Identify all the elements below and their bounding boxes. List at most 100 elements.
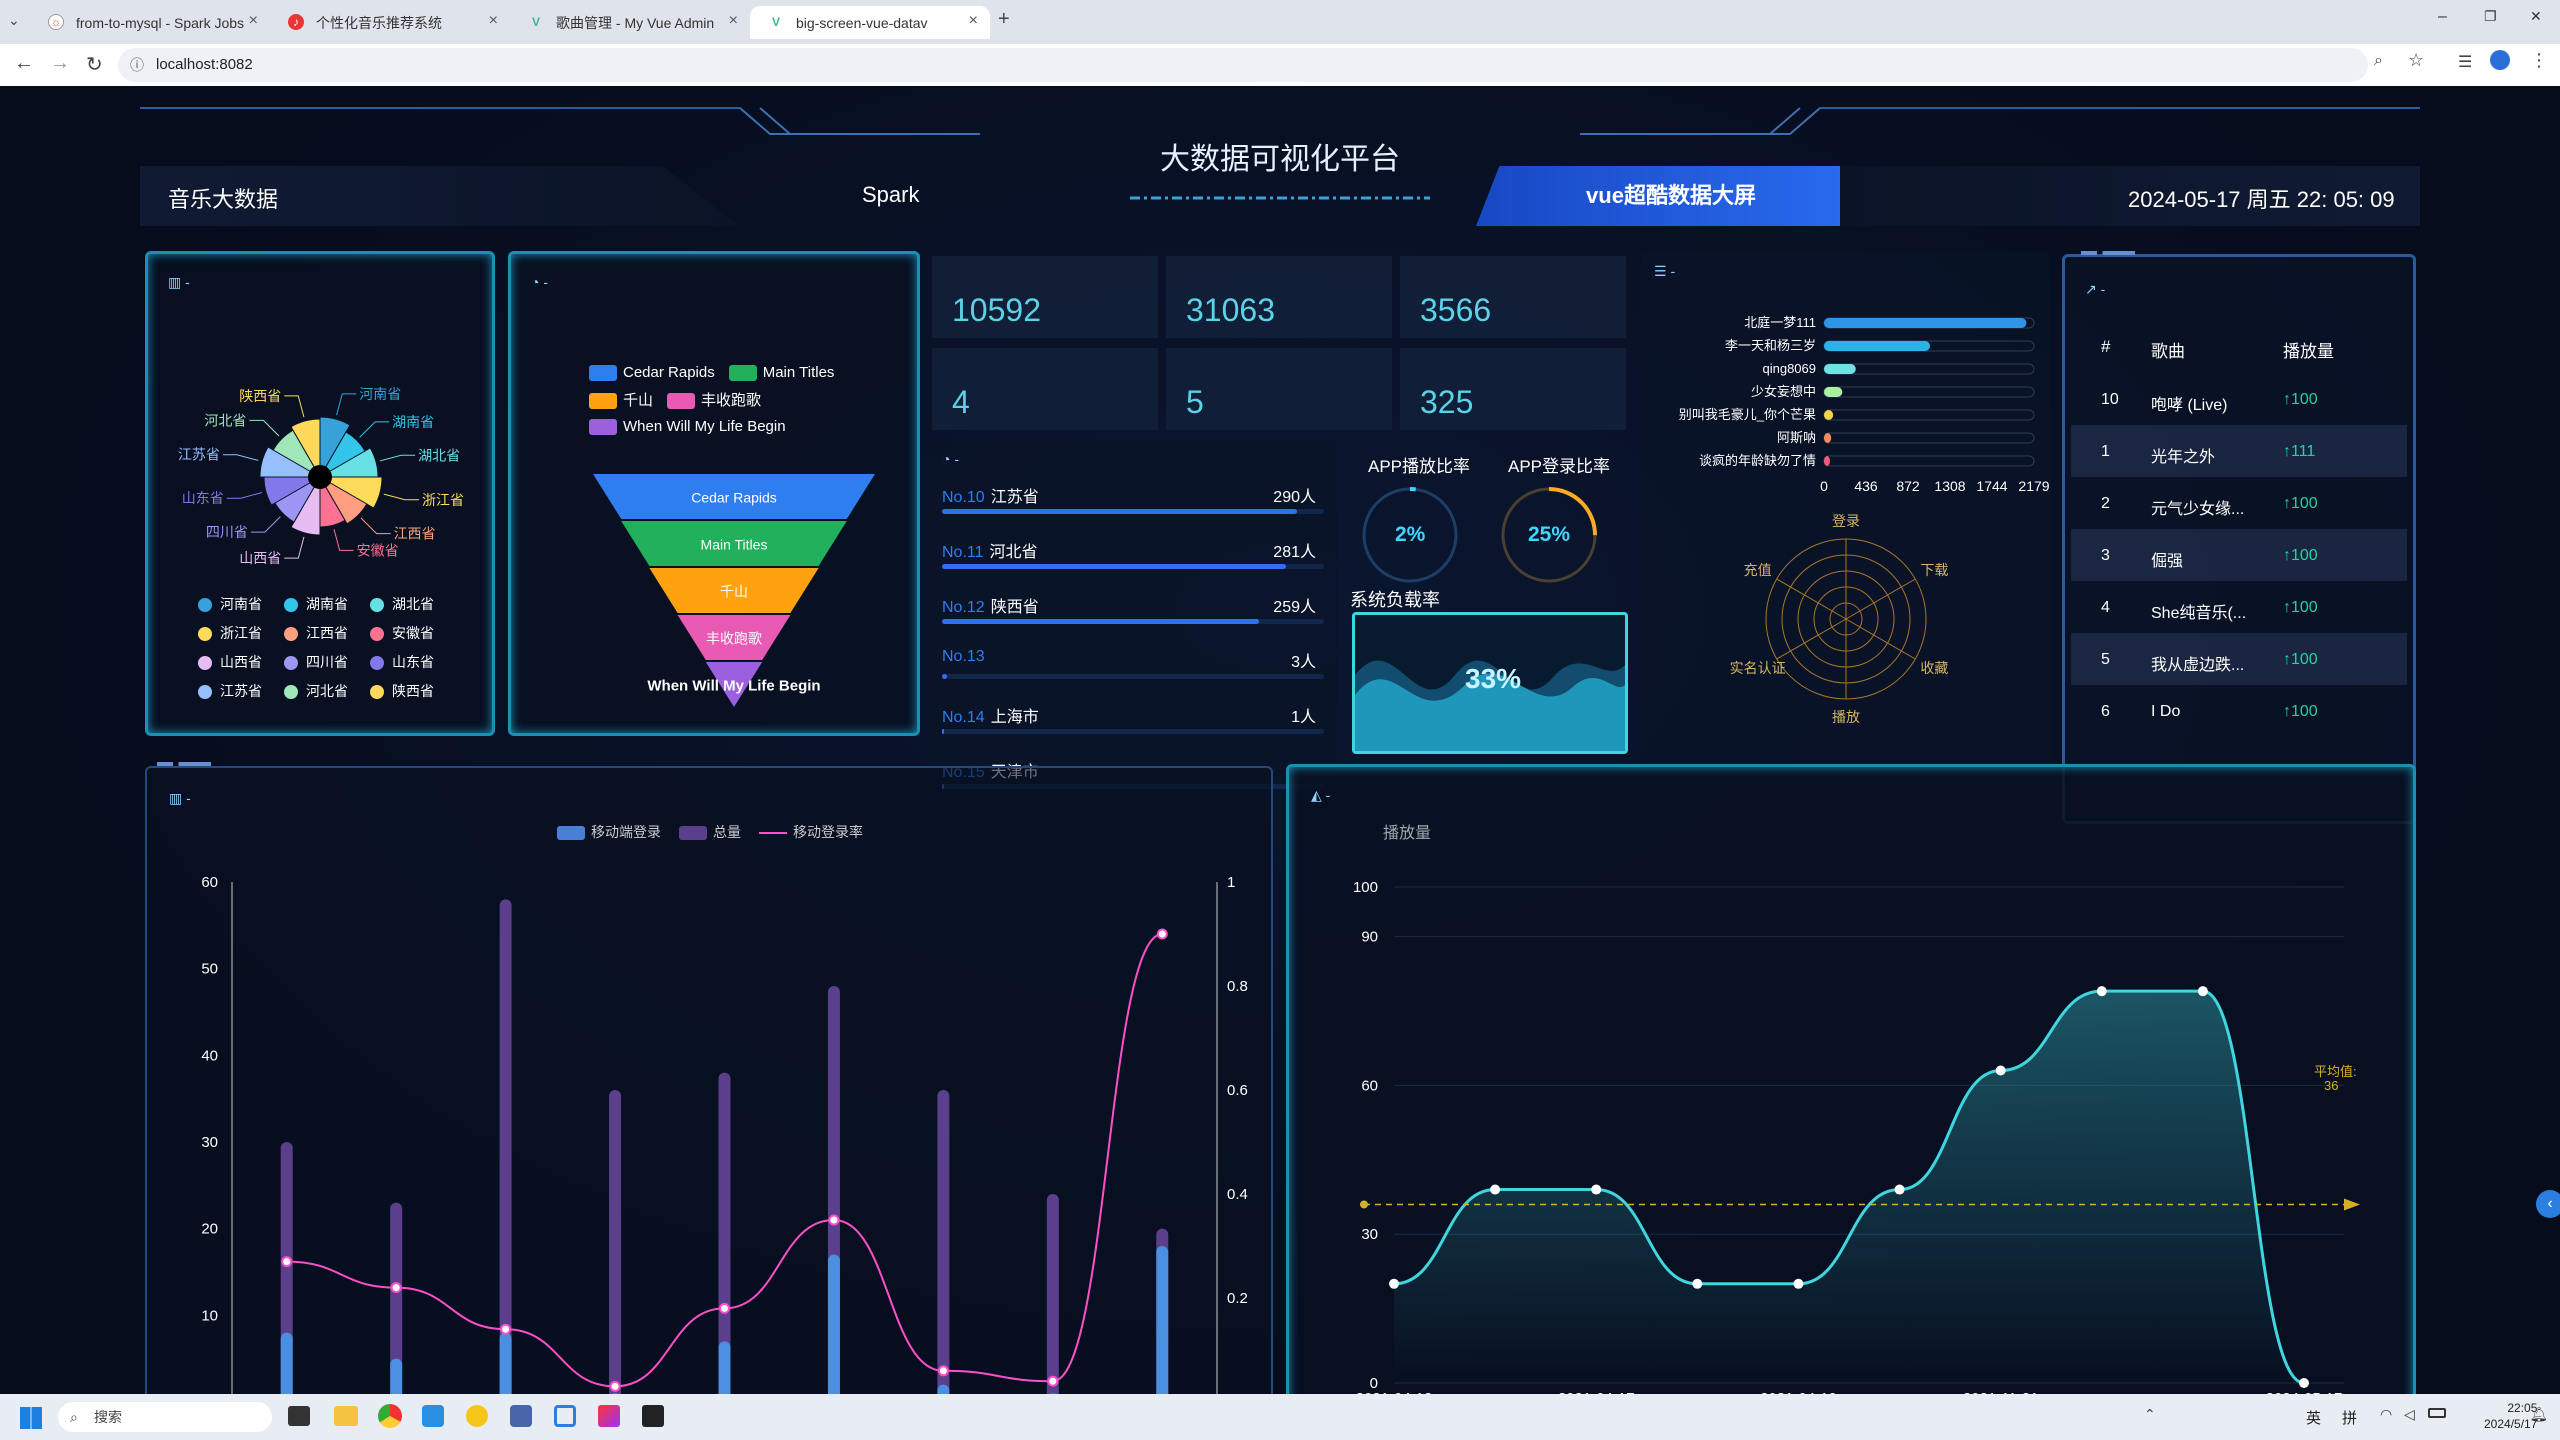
header-tab-active[interactable]: vue超酷数据大屏 bbox=[1476, 166, 1866, 226]
funnel-panel-title: ◔ - bbox=[531, 274, 548, 290]
browser-tab-2[interactable]: ♪ 个性化音乐推荐系统 × bbox=[270, 6, 510, 39]
y-tick-label: 60 bbox=[1361, 1077, 1378, 1094]
dashboard: 大数据可视化平台 音乐大数据 Spark vue超酷数据大屏 2024-05-1… bbox=[0, 86, 2560, 1394]
pie-legend-item[interactable]: 浙江省 bbox=[198, 623, 284, 652]
pie-legend-item[interactable]: 河南省 bbox=[198, 594, 284, 623]
funnel-legend-item[interactable]: 千山 bbox=[589, 389, 653, 410]
song-row[interactable]: 2 元气少女缘... ↑100 bbox=[2071, 477, 2407, 529]
maximize-button[interactable]: ❐ bbox=[2484, 8, 2497, 25]
browser-chrome: ⌄ ☼ from-to-mysql - Spark Jobs × ♪ 个性化音乐… bbox=[0, 0, 2560, 86]
funnel-legend-item[interactable]: Main Titles bbox=[728, 364, 834, 382]
y-tick-label: 30 bbox=[201, 1134, 218, 1151]
ranking-panel-title: ◔ - bbox=[942, 451, 959, 467]
song-row[interactable]: 4 She纯音乐(... ↑100 bbox=[2071, 581, 2407, 633]
site-info-icon[interactable]: ⓘ bbox=[130, 48, 144, 82]
ranking-province: 陕西省 bbox=[990, 599, 1039, 616]
pie-legend-item[interactable]: 陕西省 bbox=[370, 681, 456, 710]
user-bar bbox=[1824, 456, 1830, 466]
ranking-row: No.10 江苏省 290人 bbox=[942, 483, 1332, 538]
bookmark-star-icon[interactable]: ☆ bbox=[2408, 50, 2424, 71]
funnel-segment-label: Cedar Rapids bbox=[691, 490, 777, 506]
zoom-icon[interactable]: ⌕ bbox=[2374, 52, 2383, 70]
tab-list-button[interactable]: ⌄ bbox=[8, 12, 20, 29]
tab-search-icon[interactable]: ☰ bbox=[2458, 52, 2472, 72]
taskbar-app-jetbrains[interactable] bbox=[598, 1405, 620, 1427]
funnel-legend-item[interactable]: 丰收跑歌 bbox=[667, 389, 761, 410]
pie-legend-item[interactable]: 河北省 bbox=[284, 681, 370, 710]
pie-legend-item[interactable]: 安徽省 bbox=[370, 623, 456, 652]
y-tick-label: 40 bbox=[201, 1047, 218, 1064]
close-window-button[interactable]: ✕ bbox=[2530, 8, 2542, 25]
radar-label: 登录 bbox=[1832, 513, 1860, 529]
browser-tab-3[interactable]: V 歌曲管理 - My Vue Admin × bbox=[510, 6, 750, 39]
close-tab-icon[interactable]: × bbox=[249, 12, 258, 30]
pie-leader-line bbox=[359, 421, 390, 438]
reload-icon[interactable]: ↻ bbox=[86, 52, 103, 77]
radar-label: 充值 bbox=[1744, 562, 1772, 578]
user-axis-tick: 436 bbox=[1854, 478, 1878, 491]
pie-legend-item[interactable]: 山东省 bbox=[370, 652, 456, 681]
volume-icon[interactable]: ◁ bbox=[2404, 1406, 2415, 1423]
line-chart-icon: ↗ bbox=[2085, 281, 2097, 297]
song-row[interactable]: 6 I Do ↑100 bbox=[2071, 685, 2407, 737]
taskbar-app-terminal[interactable] bbox=[642, 1405, 664, 1427]
taskbar-app-vscode[interactable] bbox=[422, 1405, 444, 1427]
header-tab-spark[interactable]: Spark bbox=[862, 182, 919, 208]
song-row[interactable]: 10 咆哮 (Live) ↑100 bbox=[2071, 373, 2407, 425]
song-rank: 3 bbox=[2101, 547, 2110, 564]
pie-legend-item[interactable]: 山西省 bbox=[198, 652, 284, 681]
funnel-legend-item[interactable]: Cedar Rapids bbox=[589, 364, 715, 382]
wifi-icon[interactable]: ◠ bbox=[2380, 1406, 2392, 1423]
new-tab-button[interactable]: + bbox=[998, 8, 1010, 31]
pie-legend-item[interactable]: 江西省 bbox=[284, 623, 370, 652]
ime-mode[interactable]: 拼 bbox=[2342, 1407, 2357, 1428]
notification-bell-icon[interactable]: 🔔︎ bbox=[2530, 1406, 2548, 1423]
forward-icon[interactable]: → bbox=[50, 52, 70, 75]
taskbar-app-chrome[interactable] bbox=[378, 1404, 402, 1428]
bar-mobile bbox=[1156, 1246, 1169, 1394]
song-row[interactable]: 5 我从虚边跌... ↑100 bbox=[2071, 633, 2407, 685]
legend-label: 陕西省 bbox=[392, 683, 434, 699]
taskbar-app-yellow[interactable] bbox=[466, 1405, 488, 1427]
close-tab-icon[interactable]: × bbox=[489, 12, 498, 30]
close-tab-icon[interactable]: × bbox=[969, 12, 978, 30]
menu-icon[interactable]: ⋮ bbox=[2530, 50, 2548, 71]
ime-lang[interactable]: 英 bbox=[2306, 1407, 2321, 1428]
songs-title-text: - bbox=[2100, 281, 2106, 297]
plays-area bbox=[1394, 991, 2304, 1383]
pie-legend-item[interactable]: 江苏省 bbox=[198, 681, 284, 710]
user-bar-track bbox=[1823, 432, 2035, 444]
windows-start-icon[interactable] bbox=[20, 1407, 42, 1429]
battery-icon[interactable] bbox=[2428, 1408, 2446, 1418]
taskbar-app-files[interactable] bbox=[288, 1406, 310, 1426]
browser-tab-4[interactable]: V big-screen-vue-datav × bbox=[750, 6, 990, 39]
song-rank: 6 bbox=[2101, 703, 2110, 720]
taskbar-app-explorer[interactable] bbox=[334, 1406, 358, 1426]
taskbar-search[interactable]: ⌕ 搜索 bbox=[58, 1402, 272, 1432]
minimize-button[interactable]: – bbox=[2438, 8, 2447, 26]
close-tab-icon[interactable]: × bbox=[729, 12, 738, 30]
vue-icon: V bbox=[771, 15, 780, 29]
song-row[interactable]: 3 倔强 ↑100 bbox=[2071, 529, 2407, 581]
pie-legend-item[interactable]: 四川省 bbox=[284, 652, 370, 681]
back-icon[interactable]: ← bbox=[14, 52, 34, 75]
funnel-legend-item[interactable]: When Will My Life Begin bbox=[589, 418, 786, 436]
tray-chevron-icon[interactable]: ⌃ bbox=[2144, 1406, 2156, 1423]
side-expand-button[interactable]: ‹ bbox=[2536, 1190, 2560, 1218]
profile-icon[interactable] bbox=[2490, 50, 2510, 70]
combo-title-text: - bbox=[186, 790, 191, 806]
url-input[interactable]: ⓘ localhost:8082 bbox=[118, 48, 2368, 82]
taskbar-app-outline[interactable] bbox=[554, 1405, 576, 1427]
user-bar-track bbox=[1823, 409, 2035, 421]
pie-legend-item[interactable]: 湖南省 bbox=[284, 594, 370, 623]
ranking-bar-fill bbox=[942, 674, 947, 679]
browser-tab-1[interactable]: ☼ from-to-mysql - Spark Jobs × bbox=[30, 6, 270, 39]
pie-legend-item[interactable]: 湖北省 bbox=[370, 594, 456, 623]
plays-point bbox=[2096, 986, 2107, 997]
song-row[interactable]: 1 光年之外 ↑111 bbox=[2071, 425, 2407, 477]
header-tab-music[interactable]: 音乐大数据 bbox=[168, 182, 278, 214]
legend-label: 四川省 bbox=[306, 654, 348, 670]
taskbar: ⌕ 搜索 ⌃ 英 拼 ◠ ◁ 22:05 2024/5/17 🔔︎ bbox=[0, 1394, 2560, 1440]
taskbar-app-blue[interactable] bbox=[510, 1405, 532, 1427]
song-rank: 2 bbox=[2101, 495, 2110, 512]
